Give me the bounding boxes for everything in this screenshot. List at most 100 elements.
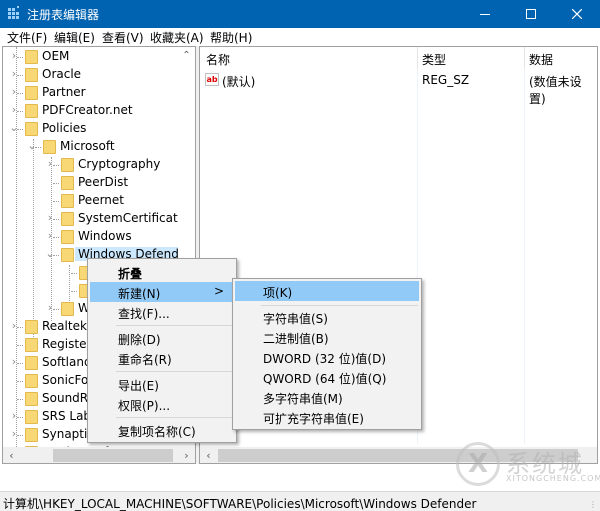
- tree-connector: [53, 183, 59, 184]
- folder-icon: [61, 302, 74, 316]
- submenu-item-qword-value[interactable]: QWORD (64 位)值(Q): [235, 367, 419, 387]
- tree-item[interactable]: › PDFCreator.net: [3, 102, 178, 120]
- tree-horizontal-scrollbar[interactable]: ‹ ›: [3, 447, 195, 463]
- watermark-subtext: XITONGCHENG.COM: [506, 474, 600, 483]
- maximize-icon: [526, 9, 536, 19]
- menu-item-delete[interactable]: 删除(D): [90, 328, 234, 348]
- title-bar: 注册表编辑器: [0, 0, 600, 28]
- tree-connector: [17, 111, 23, 112]
- tree-item[interactable]: › Partner: [3, 84, 178, 102]
- menu-separator: [116, 417, 233, 418]
- column-divider[interactable]: [524, 47, 525, 69]
- collapse-arrow-icon[interactable]: ⌄: [9, 122, 19, 134]
- column-header-type[interactable]: 类型: [422, 51, 446, 68]
- close-button[interactable]: [554, 0, 600, 28]
- folder-icon: [25, 374, 38, 388]
- tree-item[interactable]: ⌄ Microsoft: [3, 138, 178, 156]
- scroll-right-arrow-icon[interactable]: ›: [178, 447, 195, 463]
- string-value-icon: ab: [205, 73, 219, 86]
- submenu-item-key[interactable]: 项(K): [235, 281, 419, 301]
- menu-item-permissions[interactable]: 权限(P)...: [90, 394, 234, 414]
- column-guide: [524, 69, 525, 444]
- collapse-arrow-icon[interactable]: ⌄: [27, 140, 37, 152]
- tree-item[interactable]: › SystemCertificates: [3, 210, 191, 228]
- key-path: 计算机\HKEY_LOCAL_MACHINE\SOFTWARE\Policies…: [3, 497, 477, 511]
- menu-item-label: 新建(N): [118, 287, 161, 301]
- submenu-item-multi-string-value[interactable]: 多字符串值(M): [235, 387, 419, 407]
- menu-file[interactable]: 文件(F): [7, 29, 47, 46]
- menu-favorites[interactable]: 收藏夹(A): [150, 29, 204, 46]
- tree-item[interactable]: Peernet: [3, 192, 178, 210]
- tree-item-label: Partner: [42, 85, 86, 99]
- menu-item-label: 二进制值(B): [263, 332, 329, 346]
- minimize-button[interactable]: [462, 0, 508, 28]
- menu-item-copy-key-name[interactable]: 复制项名称(C): [90, 420, 234, 440]
- folder-icon: [61, 248, 74, 262]
- tree-connector: [17, 435, 23, 436]
- tree-item[interactable]: ⌄ Policies: [3, 120, 178, 138]
- window-title: 注册表编辑器: [27, 8, 100, 22]
- folder-icon: [25, 410, 38, 424]
- resize-grip-icon[interactable]: ⋮⋮: [589, 500, 600, 509]
- expand-arrow-icon[interactable]: ›: [45, 158, 55, 170]
- expand-arrow-icon[interactable]: ›: [9, 320, 19, 332]
- expand-arrow-icon[interactable]: ›: [9, 50, 19, 62]
- tree-item[interactable]: › Oracle: [3, 66, 178, 84]
- close-icon: [572, 9, 582, 19]
- menu-edit[interactable]: 编辑(E): [54, 29, 95, 46]
- value-data: (数值未设置): [529, 75, 582, 106]
- tree-item[interactable]: › Windows: [3, 228, 178, 246]
- folder-icon: [25, 356, 38, 370]
- menu-item-new[interactable]: 新建(N) >: [90, 282, 234, 302]
- expand-arrow-icon[interactable]: ›: [9, 410, 19, 422]
- menu-item-label: 导出(E): [118, 379, 159, 393]
- column-header-data[interactable]: 数据: [529, 51, 553, 68]
- menu-item-collapse[interactable]: 折叠: [90, 262, 234, 282]
- menu-view[interactable]: 查看(V): [102, 29, 144, 46]
- column-header-name[interactable]: 名称: [206, 51, 230, 68]
- table-row[interactable]: ab (默认) REG_SZ (数值未设置): [200, 71, 597, 106]
- submenu-item-binary-value[interactable]: 二进制值(B): [235, 327, 419, 347]
- tree-item[interactable]: PeerDist: [3, 174, 178, 192]
- folder-icon: [43, 140, 56, 154]
- tree-connector: [17, 417, 23, 418]
- tree-item-label: Oracle: [42, 67, 82, 81]
- submenu-arrow-icon: >: [213, 284, 224, 298]
- menu-item-label: 多字符串值(M): [263, 392, 343, 406]
- collapse-arrow-icon[interactable]: ⌄: [45, 248, 55, 260]
- menu-item-label: 删除(D): [118, 333, 161, 347]
- expand-arrow-icon[interactable]: ›: [9, 356, 19, 368]
- menu-help[interactable]: 帮助(H): [210, 29, 252, 46]
- tree-hscroll-thumb[interactable]: [53, 449, 173, 462]
- tree-connector: [17, 57, 23, 58]
- expand-arrow-icon[interactable]: ›: [45, 302, 55, 314]
- tree-item-label: Windows: [78, 229, 132, 243]
- expand-arrow-icon[interactable]: ›: [45, 212, 55, 224]
- menu-item-label: 折叠: [118, 267, 143, 281]
- expand-arrow-icon[interactable]: ›: [9, 68, 19, 80]
- expand-arrow-icon[interactable]: ›: [45, 230, 55, 242]
- tree-item[interactable]: › OEM: [3, 48, 178, 66]
- maximize-button[interactable]: [508, 0, 554, 28]
- tree-connector: [53, 201, 59, 202]
- menu-item-export[interactable]: 导出(E): [90, 374, 234, 394]
- tree-item[interactable]: › Cryptography: [3, 156, 178, 174]
- scroll-left-arrow-icon[interactable]: ‹: [200, 447, 217, 463]
- menu-item-find[interactable]: 查找(F)...: [90, 302, 234, 322]
- menu-item-label: 重命名(R): [118, 353, 172, 367]
- column-divider[interactable]: [417, 47, 418, 69]
- submenu-item-dword-value[interactable]: DWORD (32 位)值(D): [235, 347, 419, 367]
- value-name: (默认): [222, 75, 256, 89]
- menu-item-label: QWORD (64 位)值(Q): [263, 372, 387, 386]
- expand-arrow-icon[interactable]: ›: [9, 86, 19, 98]
- scroll-left-arrow-icon[interactable]: ‹: [3, 447, 20, 463]
- tree-connector: [71, 291, 77, 292]
- menu-item-label: 项(K): [263, 286, 293, 300]
- submenu-item-expandable-string-value[interactable]: 可扩充字符串值(E): [235, 407, 419, 427]
- scroll-up-arrow-icon[interactable]: ⌃: [178, 47, 195, 64]
- expand-arrow-icon[interactable]: ›: [9, 104, 19, 116]
- submenu-item-string-value[interactable]: 字符串值(S): [235, 307, 419, 327]
- expand-arrow-icon[interactable]: ›: [9, 428, 19, 440]
- menu-item-rename[interactable]: 重命名(R): [90, 348, 234, 368]
- value-type: REG_SZ: [422, 73, 470, 87]
